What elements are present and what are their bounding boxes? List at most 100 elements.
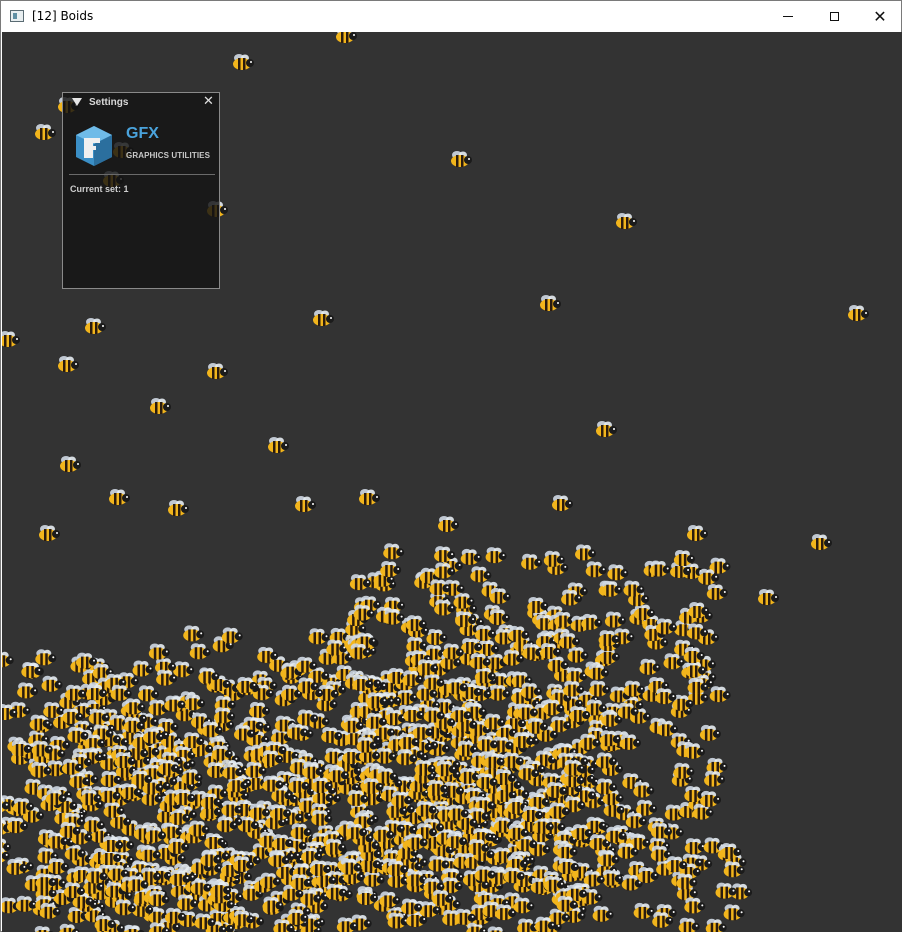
bee-icon (684, 838, 706, 855)
bee-icon (620, 733, 641, 750)
title-bar[interactable]: [12] Boids ✕ (1, 1, 901, 32)
close-button[interactable]: ✕ (857, 1, 902, 32)
bee-icon (233, 54, 254, 70)
panel-close-icon[interactable]: ✕ (202, 95, 215, 108)
bee-icon (575, 544, 596, 561)
gfx-logo (76, 126, 112, 166)
bee-icon (139, 845, 161, 862)
bee-icon (811, 534, 832, 550)
bee-icon (758, 589, 779, 605)
bee-icon (552, 495, 573, 511)
bee-icon (383, 608, 405, 625)
bee-icon (2, 651, 14, 668)
maximize-icon (829, 12, 839, 21)
panel-title: Settings (89, 97, 129, 108)
bee-icon (706, 584, 728, 600)
bee-icon (723, 904, 745, 921)
bee-icon (559, 632, 580, 649)
collapse-arrow-icon[interactable] (72, 98, 82, 106)
bee-icon (604, 611, 626, 628)
bee-icon (60, 456, 81, 472)
bee-icon (33, 926, 55, 932)
bee-icon (380, 561, 402, 577)
bee-icon (655, 688, 677, 705)
bee-icon (521, 553, 543, 570)
bee-icon (168, 500, 189, 516)
bee-icon (39, 525, 60, 541)
bee-icon (109, 489, 130, 505)
bee-icon (485, 547, 507, 564)
bee-icon (184, 694, 206, 711)
settings-panel: Settings ✕ GFX GRAPHICS UTILITIES Curren… (62, 92, 220, 289)
bee-icon (313, 310, 334, 326)
bee-icon (268, 437, 289, 453)
bee-icon (486, 926, 508, 932)
minimize-icon (783, 16, 793, 17)
bee-icon (633, 781, 655, 798)
bee-icon (308, 628, 330, 645)
bee-icon (633, 902, 655, 919)
bee-icon (451, 151, 472, 167)
bee-icon (124, 698, 146, 715)
bee-icon (488, 609, 510, 625)
bee-icon (513, 897, 535, 914)
bee-icon (47, 858, 69, 874)
bee-icon (616, 213, 637, 229)
bee-icon (581, 613, 603, 630)
bee-icon (700, 790, 722, 807)
bee-icon (474, 624, 496, 641)
bee-icon (2, 331, 20, 347)
bee-icon (585, 561, 607, 578)
bee-icon (173, 661, 195, 678)
bee-icon (148, 643, 170, 660)
bee-icon (596, 421, 617, 437)
maximize-button[interactable] (811, 1, 857, 32)
bee-icon (295, 496, 316, 512)
bee-icon (35, 124, 56, 140)
minimize-button[interactable] (765, 1, 811, 32)
window-title: [12] Boids (32, 9, 94, 23)
bee-icon (592, 905, 614, 922)
bee-icon (673, 550, 695, 566)
bee-icon (207, 363, 228, 379)
bee-icon (489, 587, 511, 604)
bee-icon (138, 685, 159, 702)
bee-icon (183, 625, 205, 642)
bee-icon (17, 682, 39, 699)
bee-icon (649, 560, 671, 577)
bee-icon (434, 599, 456, 616)
bee-icon (123, 925, 145, 932)
bee-icon (567, 646, 589, 663)
bee-icon (589, 680, 611, 697)
bee-icon (336, 32, 357, 43)
bee-icon (848, 305, 869, 321)
bee-icon (687, 525, 708, 541)
panel-header[interactable]: Settings ✕ (63, 93, 219, 113)
bee-icon (704, 770, 726, 787)
bee-icon (150, 398, 171, 414)
bee-icon (189, 643, 211, 660)
bee-icon (35, 649, 57, 666)
bee-icon (221, 627, 243, 644)
bee-icon (705, 918, 727, 932)
simulation-canvas[interactable]: Settings ✕ GFX GRAPHICS UTILITIES Curren… (2, 32, 902, 932)
bee-icon (359, 489, 380, 505)
bee-icon (132, 660, 154, 677)
bee-icon (540, 295, 561, 311)
current-set-label: Current set: 1 (70, 184, 129, 194)
bee-icon (673, 762, 695, 779)
bee-icon (699, 724, 721, 741)
brand-subtitle: GRAPHICS UTILITIES (126, 151, 211, 160)
bee-icon (709, 686, 731, 703)
brand-name: GFX (126, 125, 159, 142)
bee-icon (249, 701, 270, 718)
bee-icon (379, 891, 401, 908)
app-window: [12] Boids ✕ Settings ✕ GFX GRAPHICS UTI… (0, 0, 902, 932)
bee-icon (655, 618, 677, 635)
bee-icon (438, 516, 459, 532)
bee-icon (637, 867, 659, 883)
bee-icon (426, 629, 448, 645)
bee-icon (470, 566, 492, 583)
bee-icon (41, 675, 63, 692)
bee-icon (58, 356, 79, 372)
